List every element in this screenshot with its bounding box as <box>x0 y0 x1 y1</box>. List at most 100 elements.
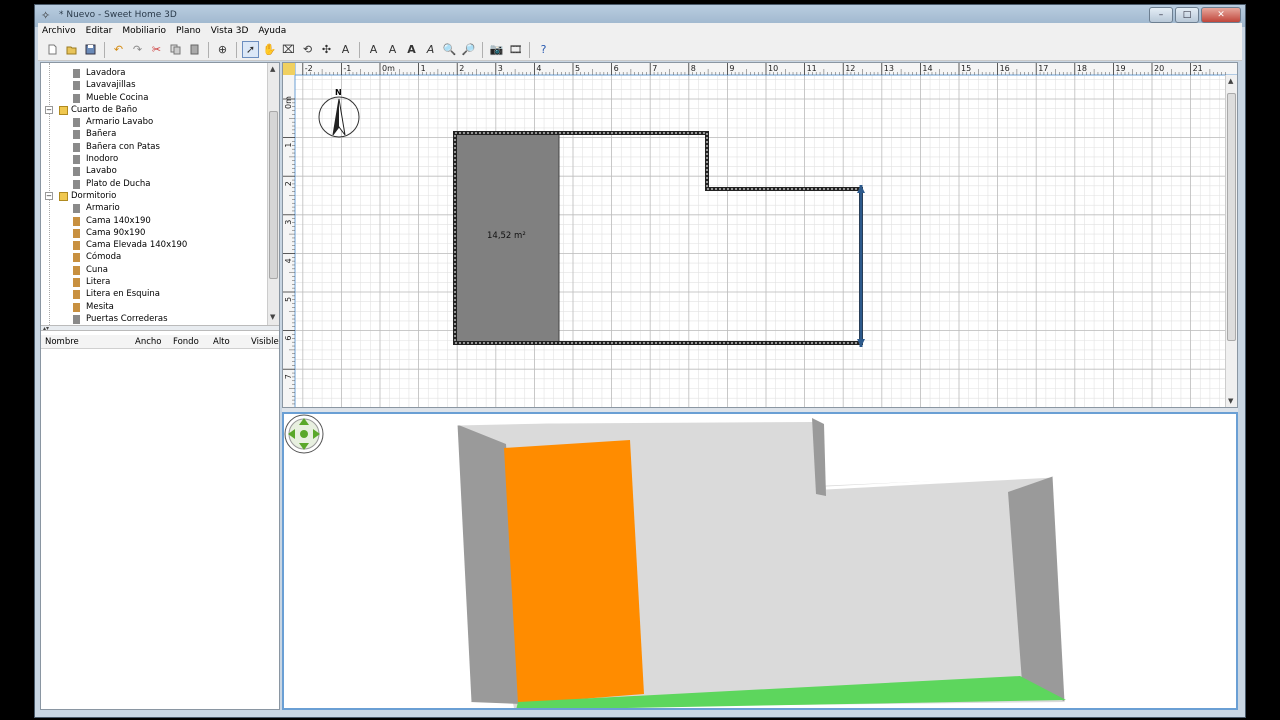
catalog-item[interactable]: Armario <box>41 202 269 214</box>
ruler-x-label: 3 <box>498 64 503 73</box>
menu-editar[interactable]: Editar <box>86 26 113 36</box>
scroll-down-arrow-icon[interactable]: ▼ <box>270 313 275 321</box>
minimize-button[interactable]: – <box>1149 7 1173 23</box>
plan-canvas[interactable]: -2 -1 0m 1 2 3 4 5 6 7 8 9 10 11 12 13 14 15 16 17 18 19 20 210… <box>283 63 1238 408</box>
catalog-item[interactable]: Bañera <box>41 128 269 140</box>
create-video-button[interactable]: 🎞 <box>507 41 524 58</box>
column-visible[interactable]: Visible <box>251 337 279 347</box>
walls-icon: ⌧ <box>282 43 295 56</box>
kitchen-cabinet-icon <box>73 93 80 103</box>
dishwasher-icon <box>73 81 80 91</box>
catalog-item[interactable]: Cómoda <box>41 251 269 263</box>
text-style-button-1[interactable]: A <box>365 41 382 58</box>
cut-button[interactable]: ✂ <box>148 41 165 58</box>
menu-mobiliario[interactable]: Mobiliario <box>122 26 166 36</box>
column-depth[interactable]: Fondo <box>173 337 199 347</box>
catalog-item[interactable]: Cama 140x190 <box>41 215 269 227</box>
italic-a-icon: A <box>426 43 435 56</box>
catalog-item[interactable]: Cama Elevada 140x190 <box>41 239 269 251</box>
menu-ayuda[interactable]: Ayuda <box>258 26 286 36</box>
undo-button[interactable]: ↶ <box>110 41 127 58</box>
create-photo-button[interactable]: 📷 <box>488 41 505 58</box>
scroll-up-arrow-icon[interactable]: ▲ <box>1228 77 1233 85</box>
text-bold-button[interactable]: A <box>403 41 420 58</box>
text-style-button-2[interactable]: A <box>384 41 401 58</box>
catalog-item[interactable]: Lavadora <box>41 67 269 79</box>
3d-canvas[interactable] <box>284 414 1236 708</box>
add-furniture-button[interactable]: ⊕ <box>214 41 231 58</box>
copy-icon <box>170 44 181 55</box>
help-button[interactable]: ? <box>535 41 552 58</box>
close-button[interactable]: ✕ <box>1201 7 1241 23</box>
ruler-x-label: 10 <box>768 64 778 73</box>
redo-icon: ↷ <box>132 43 143 56</box>
collapse-toggle-icon[interactable]: − <box>45 105 53 114</box>
toilet-icon <box>73 155 80 165</box>
redo-button[interactable]: ↷ <box>129 41 146 58</box>
pan-mode-button[interactable]: ✋ <box>261 41 278 58</box>
ruler-x-label: 11 <box>807 64 817 73</box>
catalog-scroll-thumb[interactable] <box>269 111 278 279</box>
text-italic-button[interactable]: A <box>422 41 439 58</box>
catalog-item[interactable]: Lavavajillas <box>41 79 269 91</box>
polyline-icon: ✣ <box>321 43 332 56</box>
create-walls-button[interactable]: ⌧ <box>280 41 297 58</box>
collapse-toggle-icon[interactable]: − <box>45 191 53 200</box>
catalog-category[interactable]: − Dormitorio <box>41 190 269 202</box>
new-file-button[interactable] <box>44 41 61 58</box>
ruler-x-label: 12 <box>845 64 855 73</box>
catalog-item[interactable]: Lavabo <box>41 165 269 177</box>
catalog-item[interactable]: Inodoro <box>41 153 269 165</box>
catalog-item[interactable]: Litera en Esquina <box>41 288 269 300</box>
zoom-out-button[interactable]: 🔎 <box>460 41 477 58</box>
ruler-x-label: 0m <box>382 64 395 73</box>
catalog-scrollbar[interactable]: ▲ ▼ <box>267 63 279 325</box>
copy-button[interactable] <box>167 41 184 58</box>
catalog-item[interactable]: Armario Lavabo <box>41 116 269 128</box>
item-label: Lavavajillas <box>86 80 136 91</box>
catalog-item[interactable]: Mesita <box>41 301 269 313</box>
item-label: Lavadora <box>86 68 126 78</box>
plan-scrollbar[interactable]: ▲ ▼ <box>1225 75 1237 407</box>
paste-button[interactable] <box>186 41 203 58</box>
splitter-arrows-icon[interactable]: ▴▾ <box>43 325 49 332</box>
catalog-item[interactable]: Plato de Ducha <box>41 178 269 190</box>
3d-view[interactable] <box>282 412 1238 710</box>
ruler-x-label: 19 <box>1115 64 1125 73</box>
create-rooms-button[interactable]: ⟲ <box>299 41 316 58</box>
catalog-category[interactable]: − Cuarto de Baño <box>41 104 269 116</box>
bed-icon <box>73 216 80 226</box>
catalog-table-splitter[interactable]: ▴▾ <box>41 325 279 332</box>
left-panel: Lavadora Lavavajillas Mueble Cocina − Cuarto… <box>40 62 280 710</box>
zoom-in-button[interactable]: 🔍 <box>441 41 458 58</box>
catalog-item[interactable]: Bañera con Patas <box>41 141 269 153</box>
plan-view[interactable]: -2 -1 0m 1 2 3 4 5 6 7 8 9 10 11 12 13 14 15 16 17 18 19 20 21 0… <box>282 62 1238 408</box>
catalog-item[interactable]: Mueble Cocina <box>41 92 269 104</box>
select-mode-button[interactable]: ➚ <box>242 41 259 58</box>
ruler-x-label: 9 <box>729 64 734 73</box>
catalog-item[interactable]: Litera <box>41 276 269 288</box>
scroll-down-arrow-icon[interactable]: ▼ <box>1228 397 1233 405</box>
column-width[interactable]: Ancho <box>135 337 161 347</box>
scroll-up-arrow-icon[interactable]: ▲ <box>270 65 275 73</box>
item-label: Mesita <box>86 301 114 312</box>
create-polylines-button[interactable]: ✣ <box>318 41 335 58</box>
column-name[interactable]: Nombre <box>45 337 79 347</box>
3d-navigation-arrows-icon[interactable] <box>284 414 324 454</box>
app-icon: ✧ <box>41 9 51 22</box>
catalog-item[interactable]: Cama 90x190 <box>41 227 269 239</box>
plan-scroll-thumb[interactable] <box>1227 93 1236 341</box>
item-label: Bañera con Patas <box>86 141 160 152</box>
open-button[interactable] <box>63 41 80 58</box>
save-button[interactable] <box>82 41 99 58</box>
menu-archivo[interactable]: Archivo <box>42 26 76 36</box>
catalog-item[interactable]: Cuna <box>41 264 269 276</box>
column-height[interactable]: Alto <box>213 337 230 347</box>
ruler-x-label: 2 <box>459 64 464 73</box>
create-dimensions-button[interactable]: A <box>337 41 354 58</box>
menu-plano[interactable]: Plano <box>176 26 201 36</box>
maximize-button[interactable]: □ <box>1175 7 1199 23</box>
furniture-table-header: Nombre Ancho Fondo Alto Visible <box>41 335 279 349</box>
menu-vista3d[interactable]: Vista 3D <box>211 26 249 36</box>
catalog-item[interactable]: Puertas Correderas <box>41 313 269 325</box>
